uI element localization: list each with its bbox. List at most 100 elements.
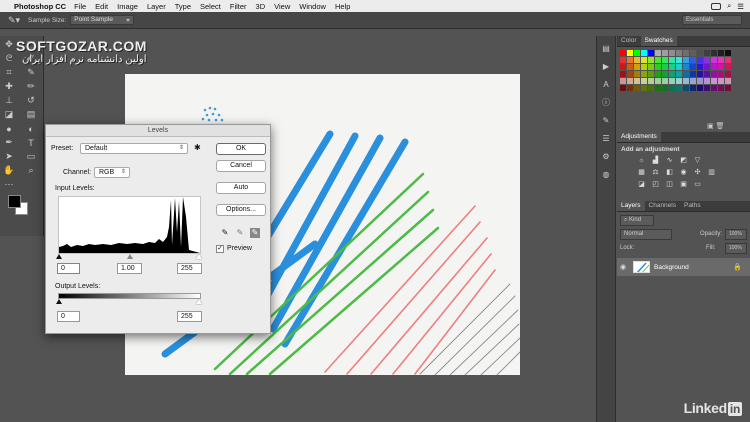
swatches-grid[interactable] [617,47,750,91]
swatch-cell[interactable] [655,50,661,56]
new-swatch-icon[interactable]: ▣ [707,123,714,130]
swatch-cell[interactable] [718,64,724,70]
swatch-cell[interactable] [711,50,717,56]
gradient-map-icon[interactable]: ▭ [693,181,702,189]
swatch-cell[interactable] [620,50,626,56]
sample-size-select[interactable]: Point Sample [70,15,135,25]
swatch-cell[interactable] [648,57,654,63]
eraser-tool-icon[interactable]: ◪ [2,109,16,120]
properties-icon[interactable]: ☰ [600,134,612,144]
more-tools-icon[interactable]: ⋯ [2,179,16,190]
preset-options-gear-icon[interactable]: ✱ [194,143,201,152]
auto-button[interactable]: Auto [216,182,266,194]
swatch-cell[interactable] [620,57,626,63]
swatch-cell[interactable] [697,57,703,63]
cancel-button[interactable]: Cancel [216,160,266,172]
info-icon[interactable]: ⓘ [600,98,612,108]
swatch-cell[interactable] [627,85,633,91]
tab-color[interactable]: Color [617,36,641,46]
swatch-cell[interactable] [704,78,710,84]
menu-layer[interactable]: Layer [147,2,166,11]
opacity-field[interactable]: 100% [725,229,747,240]
history-icon[interactable]: ▤ [600,44,612,54]
swatch-cell[interactable] [704,57,710,63]
pen-tool-icon[interactable]: ✒ [2,137,16,148]
dialog-title[interactable]: Levels [46,125,270,137]
options-button[interactable]: Options... [216,204,266,216]
swatch-cell[interactable] [725,50,731,56]
swatch-cell[interactable] [683,50,689,56]
menu-file[interactable]: File [74,2,86,11]
swatch-cell[interactable] [725,64,731,70]
swatch-cell[interactable] [718,57,724,63]
swatch-cell[interactable] [655,64,661,70]
menu-type[interactable]: Type [175,2,191,11]
move-tool-icon[interactable]: ✥ [2,39,16,50]
path-select-icon[interactable]: ➤ [2,151,16,162]
foreground-color-swatch[interactable] [8,195,21,208]
black-white-icon[interactable]: ◧ [665,169,674,177]
layer-filter-select[interactable]: ⌕ Kind [620,215,654,226]
swatch-cell[interactable] [641,64,647,70]
swatch-cell[interactable] [704,85,710,91]
play-action-icon[interactable]: ▶ [600,62,612,72]
swatch-cell[interactable] [669,85,675,91]
healing-tool-icon[interactable]: ✚ [2,81,16,92]
swatch-cell[interactable] [690,85,696,91]
menu-help[interactable]: Help [335,2,350,11]
swatch-cell[interactable] [620,64,626,70]
swatch-cell[interactable] [676,71,682,77]
color-balance-icon[interactable]: ⚖ [651,169,660,177]
tab-channels[interactable]: Channels [645,201,680,211]
swatch-cell[interactable] [634,57,640,63]
swatch-cell[interactable] [683,85,689,91]
hand-tool-icon[interactable]: ✋ [2,165,16,176]
search-icon[interactable]: ⌕ [727,1,731,11]
invert-icon[interactable]: ◪ [637,181,646,189]
swatch-cell[interactable] [669,78,675,84]
swatch-cell[interactable] [690,57,696,63]
swatch-cell[interactable] [641,50,647,56]
swatch-cell[interactable] [704,71,710,77]
swatch-cell[interactable] [662,50,668,56]
swatch-cell[interactable] [697,85,703,91]
output-black-slider[interactable] [56,299,62,304]
swatch-cell[interactable] [641,78,647,84]
swatch-cell[interactable] [662,64,668,70]
swatch-cell[interactable] [725,78,731,84]
swatch-cell[interactable] [676,78,682,84]
fill-field[interactable]: 100% [725,243,747,254]
swatch-cell[interactable] [704,64,710,70]
blur-tool-icon[interactable]: ● [2,123,16,134]
list-icon[interactable]: ☰ [737,2,744,11]
layer-row-background[interactable]: ◉ Background 🔒 [617,258,750,276]
menu-image[interactable]: Image [117,2,138,11]
swatch-cell[interactable] [620,85,626,91]
delete-swatch-icon[interactable]: 🗑 [716,123,725,130]
swatch-cell[interactable] [676,50,682,56]
swatch-cell[interactable] [627,64,633,70]
swatch-cell[interactable] [690,71,696,77]
input-black-field[interactable]: 0 [57,263,80,274]
gray-point-eyedropper-icon[interactable]: ✎ [235,228,245,238]
swatch-cell[interactable] [669,50,675,56]
swatch-cell[interactable] [627,78,633,84]
app-name-menu[interactable]: Photoshop CC [14,2,66,11]
swatch-cell[interactable] [683,64,689,70]
tab-paths[interactable]: Paths [680,201,705,211]
swatch-cell[interactable] [669,64,675,70]
shape-tool-icon[interactable]: ▭ [24,151,38,162]
menu-window[interactable]: Window [299,2,326,11]
swatch-cell[interactable] [627,71,633,77]
input-gamma-slider[interactable] [127,254,133,259]
swatch-cell[interactable] [655,85,661,91]
swatch-cell[interactable] [655,57,661,63]
character-icon[interactable]: A [600,80,612,90]
swatch-cell[interactable] [690,64,696,70]
swatch-cell[interactable] [676,57,682,63]
swatch-cell[interactable] [718,50,724,56]
swatch-cell[interactable] [662,78,668,84]
swatch-cell[interactable] [725,71,731,77]
notes-icon[interactable]: ◍ [600,170,612,180]
swatch-cell[interactable] [648,64,654,70]
